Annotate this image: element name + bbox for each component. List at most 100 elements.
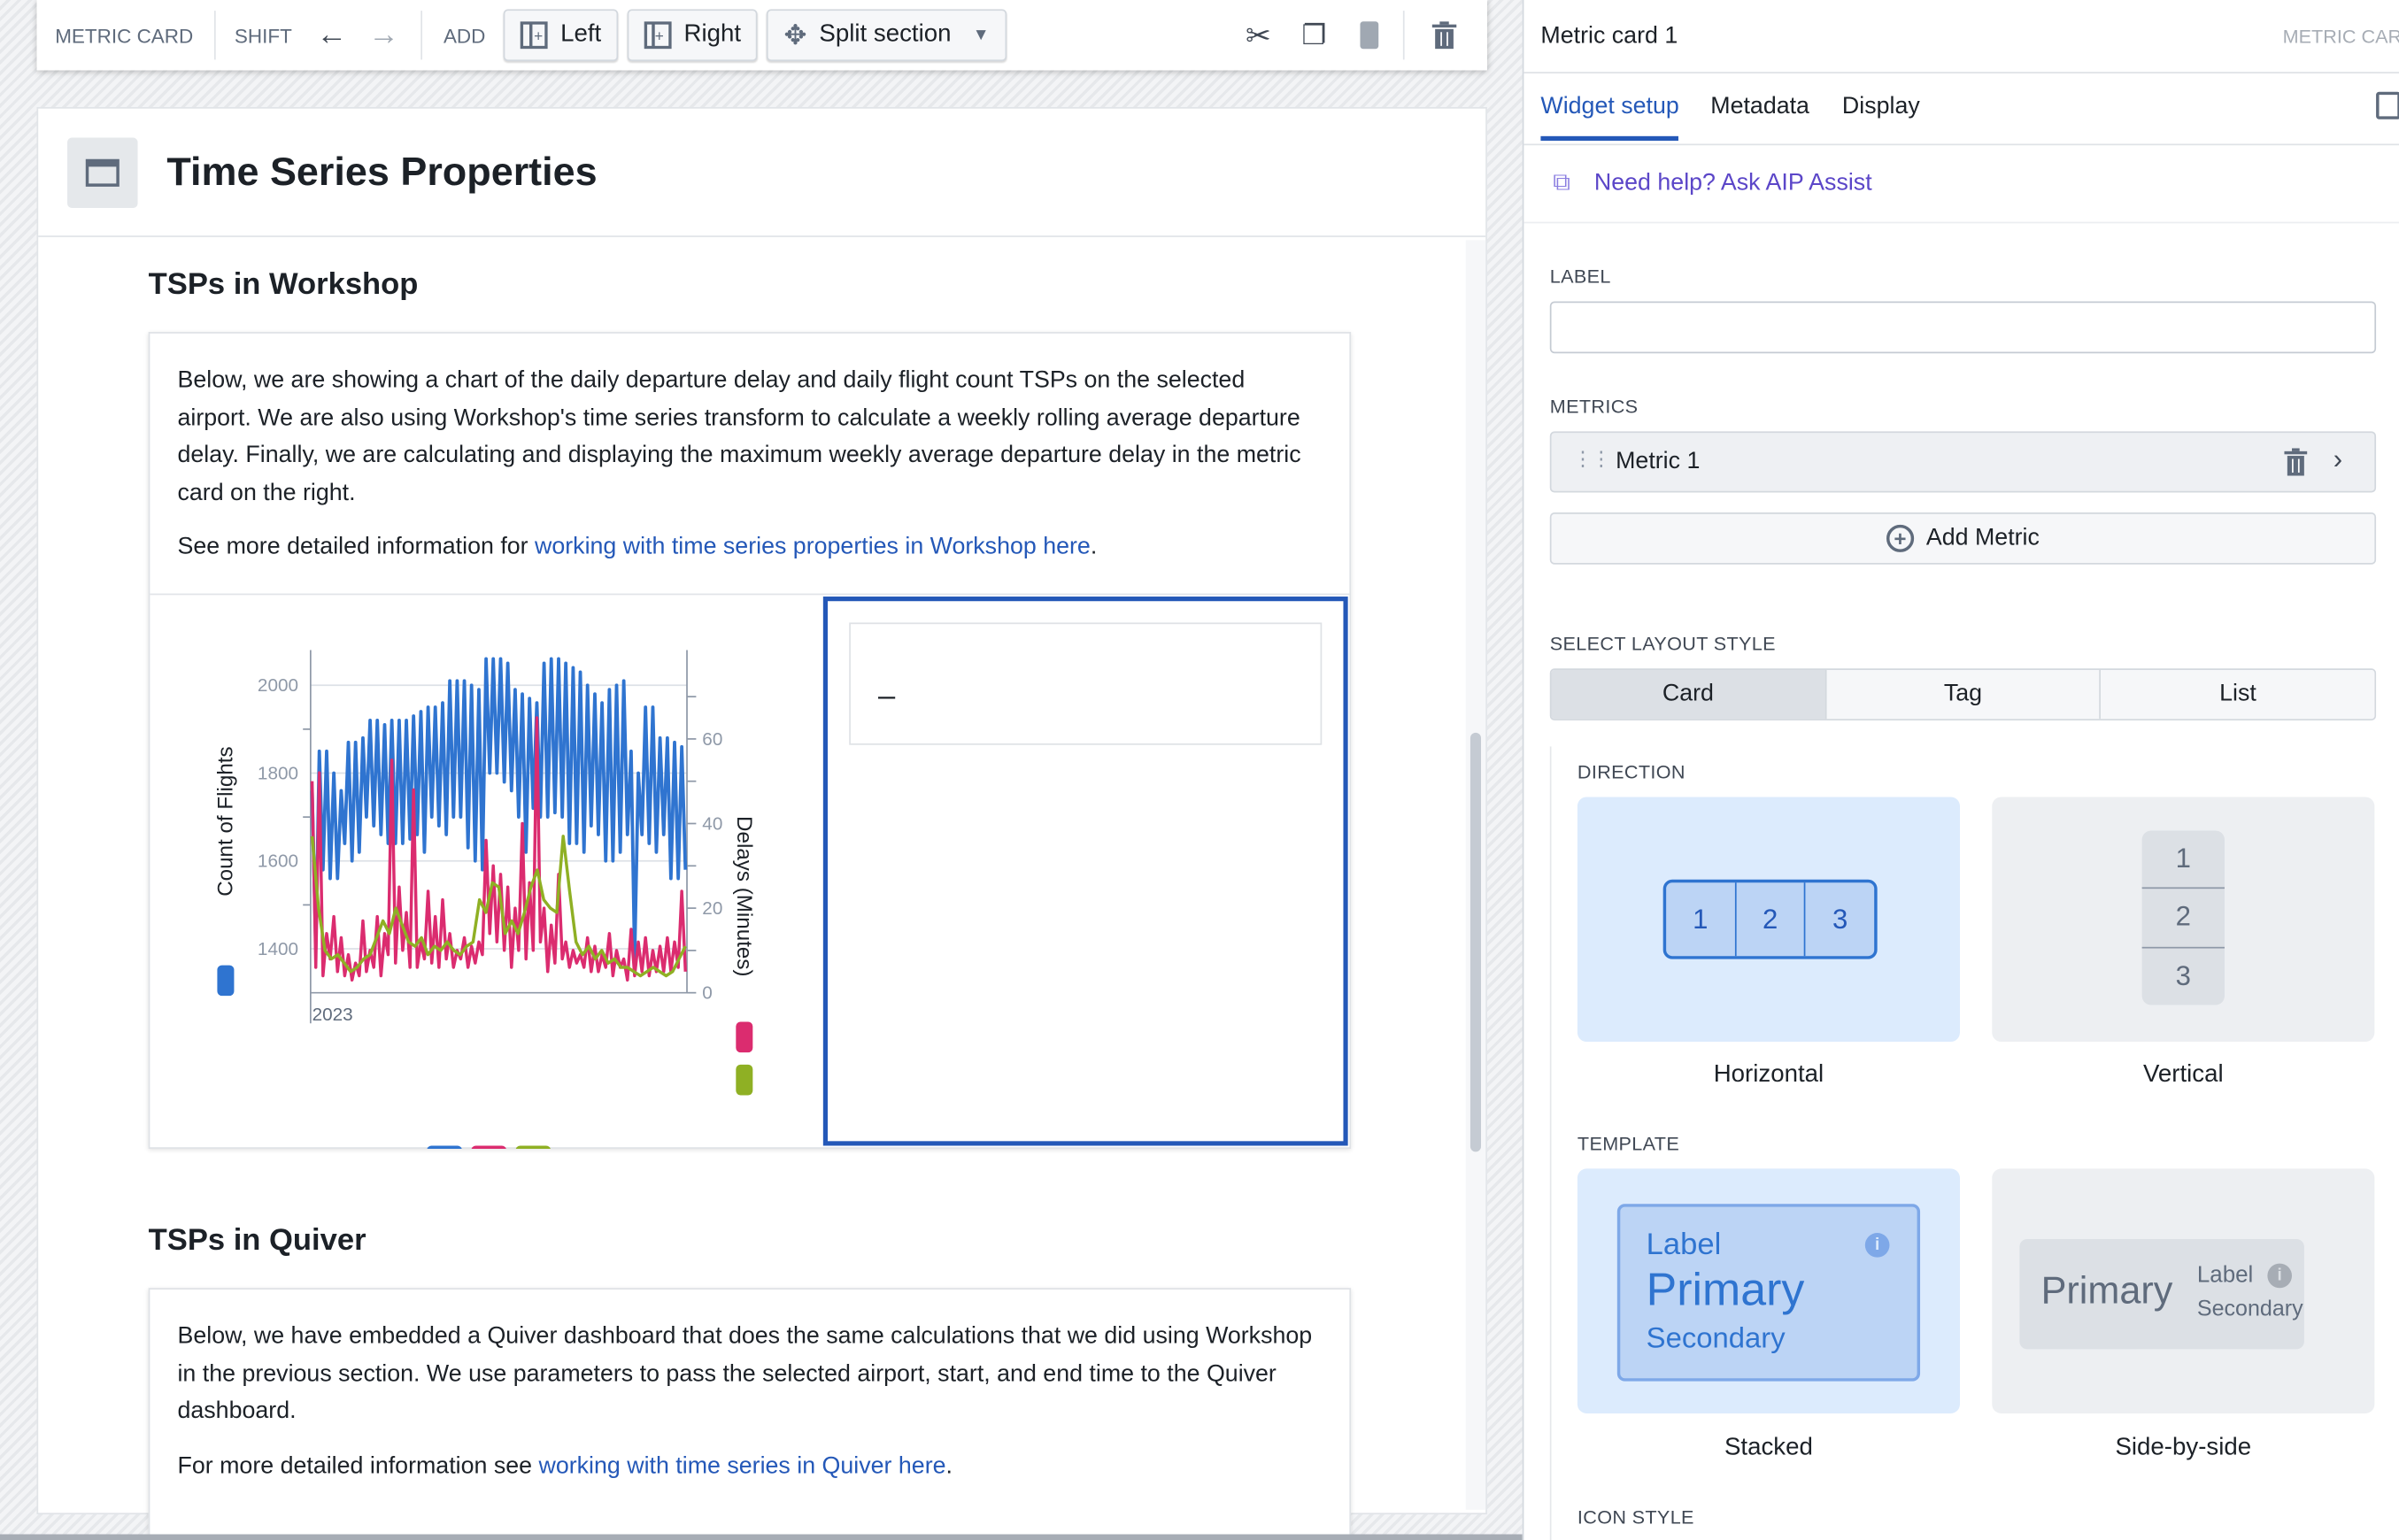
y2-tick-label: 20 (702, 898, 722, 919)
trash-icon[interactable] (1431, 21, 1457, 50)
metric-name: Metric 1 (1616, 448, 1701, 474)
layout-tag-option[interactable]: Tag (1826, 670, 2102, 720)
page-header: Time Series Properties (38, 109, 1486, 237)
drag-handle-icon[interactable]: ⋮⋮ (1573, 447, 1611, 472)
info-icon: i (1864, 1233, 1890, 1258)
template-stacked-tile[interactable]: Label i Primary Secondary (1577, 1168, 1960, 1413)
preview-number: 3 (1832, 903, 1848, 935)
page-content: Time Series Properties TSPs in Workshop … (36, 106, 1487, 1540)
workshop-docs-link[interactable]: working with time series properties in W… (535, 534, 1091, 559)
add-left-button[interactable]: + Left (504, 9, 619, 62)
svg-text:+: + (655, 27, 664, 45)
section-description: Below, we have embedded a Quiver dashboa… (177, 1322, 1313, 1425)
add-right-button[interactable]: + Right (627, 9, 759, 62)
layout-card-option[interactable]: Card (1551, 670, 1827, 720)
label-input[interactable] (1549, 301, 2377, 354)
direction-caption: DIRECTION (1577, 761, 1685, 783)
preview-primary: Primary (1646, 1265, 1805, 1316)
tab-metadata[interactable]: Metadata (1710, 93, 1809, 120)
direction-vertical-tile[interactable]: 1 2 3 (1992, 797, 2375, 1042)
legend-item (427, 1145, 462, 1149)
stacked-preview: Label i Primary Secondary (1616, 1204, 1921, 1382)
preview-secondary: Secondary (2196, 1297, 2303, 1322)
trash-icon[interactable] (2284, 448, 2308, 476)
widget-toolbar: METRIC CARD SHIFT ← → ADD + Left + Right ✥… (36, 0, 1487, 71)
divider (420, 11, 422, 60)
side-by-side-preview: Primary Label i Secondary (2019, 1238, 2304, 1350)
label-caption: LABEL (1549, 266, 1611, 288)
clipboard-icon[interactable] (1360, 21, 1379, 50)
text: . (1090, 534, 1098, 560)
add-right-label: Right (683, 21, 742, 48)
legend-swatch-right (736, 1021, 753, 1053)
panel-title: Metric card 1 (1540, 22, 1678, 50)
vertical-preview: 1 2 3 (2141, 830, 2225, 1005)
metric-card: – (849, 622, 1323, 745)
indent-guide (1549, 746, 1552, 1540)
preview-label: Label (1646, 1228, 1722, 1262)
add-metric-label: Add Metric (1925, 524, 2040, 551)
quiver-docs-link[interactable]: working with time series in Quiver here (538, 1453, 945, 1479)
section-link-paragraph: For more detailed information see workin… (177, 1449, 1324, 1486)
divider (1523, 72, 2399, 73)
plus-circle-icon: + (1886, 524, 1915, 552)
preview-label: Label (2196, 1261, 2254, 1289)
scrollbar[interactable] (1465, 240, 1486, 1510)
legend-swatch-right (736, 1064, 753, 1096)
y-tick-label: 2000 (258, 675, 298, 696)
legend-item (515, 1145, 551, 1149)
horizontal-preview: 1 2 3 (1662, 879, 1878, 959)
time-series-chart[interactable]: 1400 1600 1800 2000 0 20 40 60 2023 Count of Flig… (150, 595, 822, 1149)
chevron-right-icon[interactable]: › (2333, 443, 2342, 475)
info-icon: i (2267, 1263, 2293, 1289)
icon-style-caption: ICON STYLE (1577, 1506, 1694, 1528)
text: See more detailed information for (177, 534, 536, 560)
add-left-label: Left (560, 21, 602, 48)
text: . (945, 1452, 953, 1480)
divider (1523, 221, 2399, 224)
page-title: Time Series Properties (166, 148, 598, 195)
preview-number: 3 (2175, 960, 2191, 991)
metric-value: – (878, 679, 896, 713)
preview-secondary: Secondary (1646, 1322, 1786, 1356)
tab-display[interactable]: Display (1842, 93, 1920, 120)
split-section-button[interactable]: ✥ Split section ▼ (767, 9, 1007, 62)
section-heading: TSPs in Quiver (148, 1223, 366, 1258)
y-axis-label: Count of Flights (214, 746, 238, 896)
duplicate-icon[interactable]: ❐ (1302, 19, 1327, 51)
section-description: Below, we are showing a chart of the dai… (177, 366, 1301, 506)
cut-icon[interactable]: ✂ (1246, 16, 1271, 54)
y2-tick-label: 40 (702, 813, 722, 834)
add-metric-button[interactable]: + Add Metric (1549, 512, 2377, 565)
scrollbar-thumb[interactable] (1469, 732, 1482, 1152)
metric-row[interactable]: ⋮⋮ Metric 1 › (1549, 431, 2377, 493)
direction-horizontal-tile[interactable]: 1 2 3 (1577, 797, 1960, 1042)
layout-style-segmented: Card Tag List (1549, 668, 2377, 721)
layout-caption: SELECT LAYOUT STYLE (1549, 633, 1776, 655)
widget-type-label: METRIC CARD (55, 23, 194, 47)
split-section-label: Split section (819, 21, 952, 48)
docs-book-icon[interactable] (2376, 91, 2399, 119)
tab-widget-setup[interactable]: Widget setup (1540, 93, 1679, 142)
y-tick-label: 1800 (258, 763, 298, 783)
preview-number: 2 (1736, 882, 1807, 957)
caret-down-icon: ▼ (972, 26, 990, 45)
add-label: ADD (443, 23, 486, 47)
metric-card-widget-selected[interactable]: – (822, 597, 1348, 1146)
legend-item (471, 1145, 506, 1149)
layout-list-option[interactable]: List (2101, 670, 2375, 720)
direction-horizontal-label: Horizontal (1713, 1061, 1824, 1088)
arrow-left-icon[interactable]: ← (316, 18, 347, 53)
x-tick-label: 2023 (312, 1005, 353, 1025)
aip-assist-link[interactable]: Need help? Ask AIP Assist (1594, 170, 1872, 197)
quiver-section-card: Below, we have embedded a Quiver dashboa… (148, 1288, 1352, 1540)
panel-type: METRIC CARD (2282, 26, 2399, 48)
template-stacked-label: Stacked (1724, 1435, 1813, 1461)
y2-axis-label: Delays (Minutes) (732, 816, 756, 976)
arrow-right-icon[interactable]: → (368, 18, 399, 53)
add-left-icon: + (521, 21, 549, 50)
y-tick-label: 1600 (258, 851, 298, 872)
template-side-by-side-tile[interactable]: Primary Label i Secondary (1992, 1168, 2375, 1413)
divider (1523, 143, 2399, 146)
add-right-icon: + (644, 21, 672, 50)
